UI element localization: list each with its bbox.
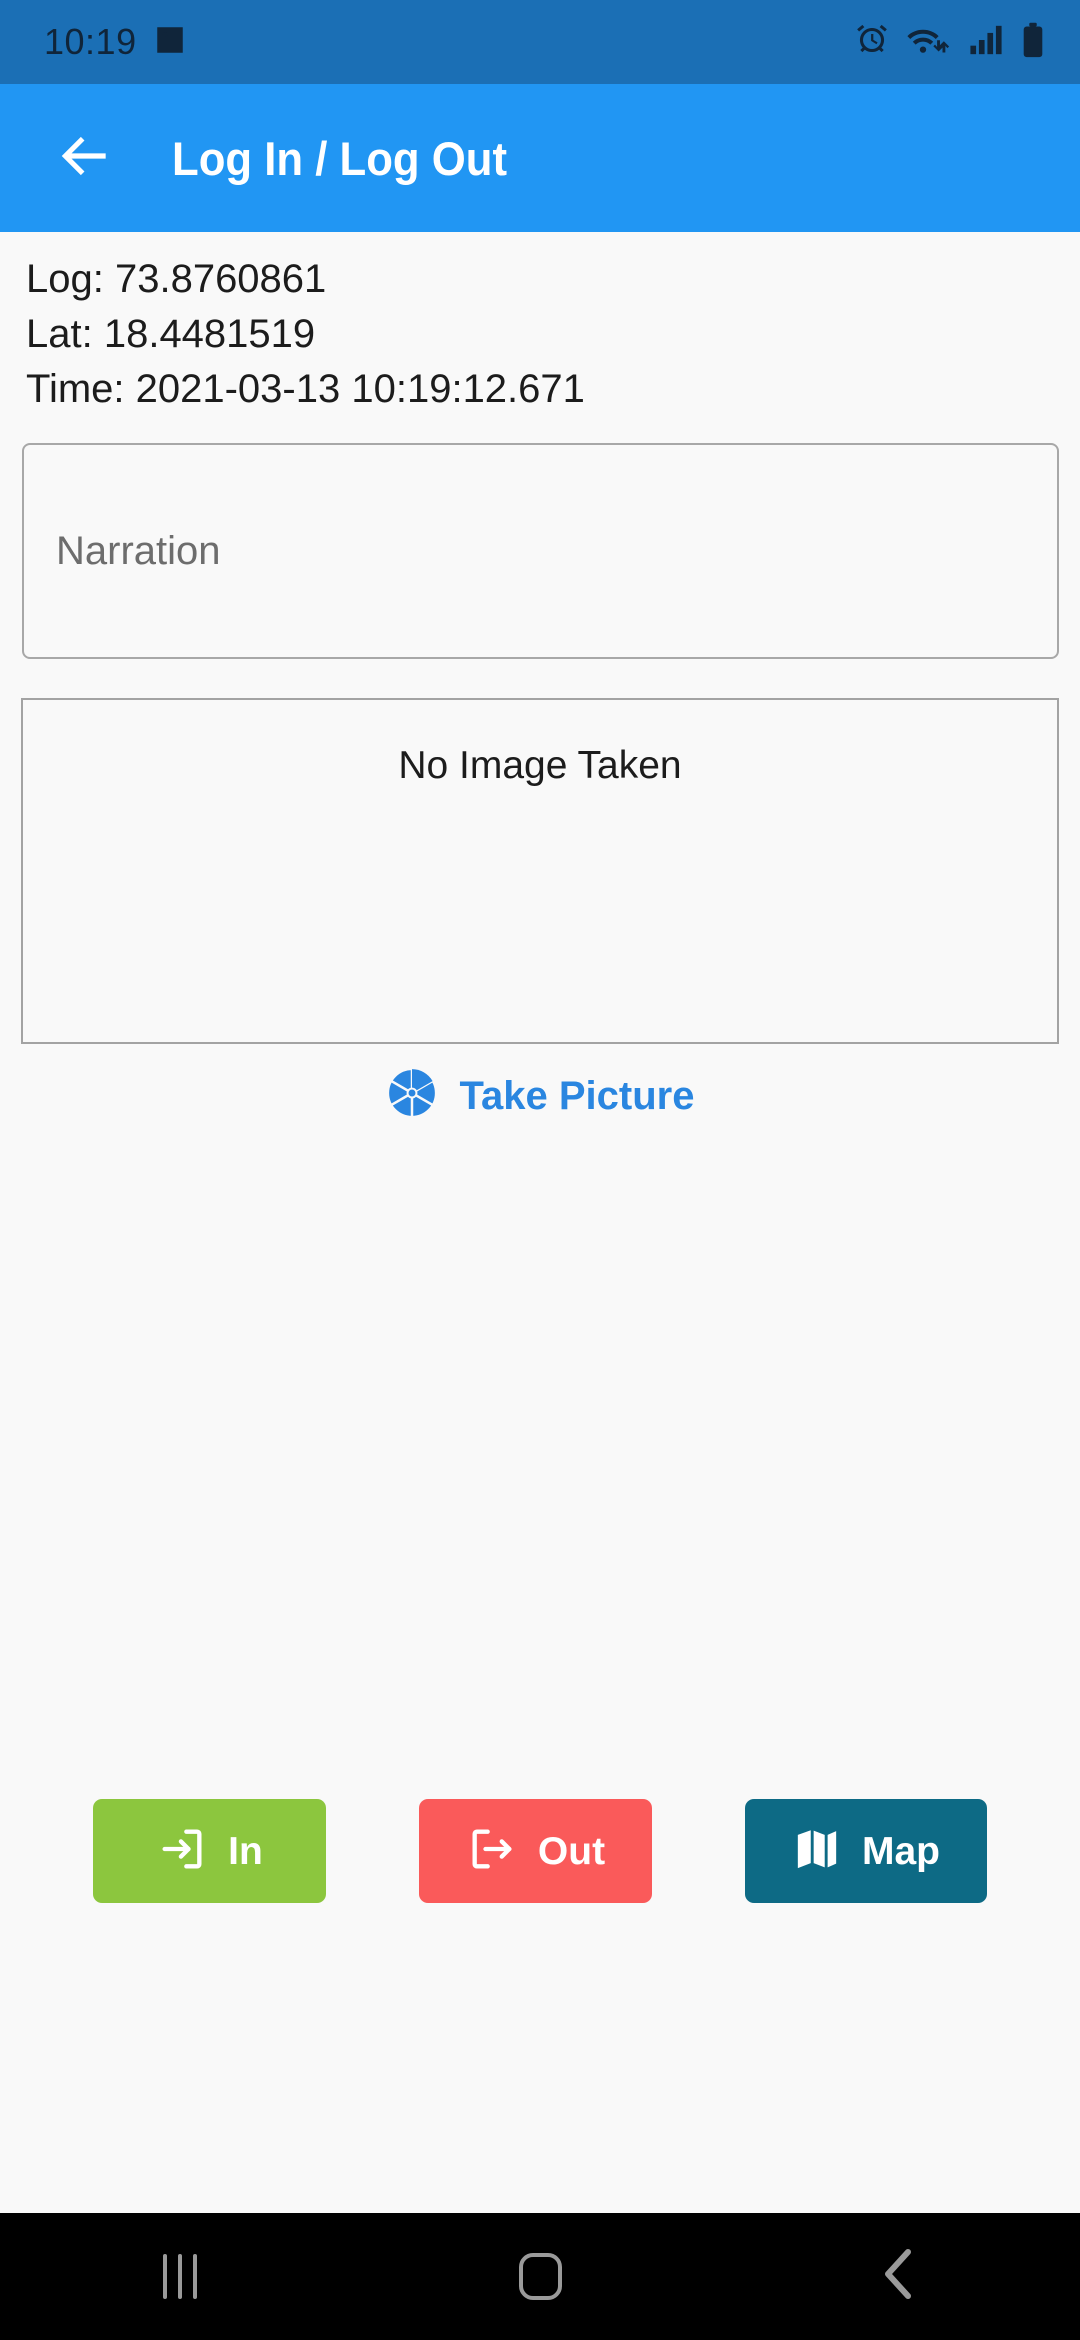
wifi-icon: [906, 22, 952, 63]
longitude-line: Log: 73.8760861: [26, 257, 327, 301]
home-icon: [518, 2253, 562, 2300]
map-icon: [792, 1824, 842, 1879]
page-title: Log In / Log Out: [172, 131, 508, 185]
out-button-label: Out: [537, 1829, 606, 1873]
image-preview-box[interactable]: No Image Taken: [21, 698, 1059, 1044]
latitude-line: Lat: 18.4481519: [26, 312, 316, 356]
app-bar: Log In / Log Out: [0, 84, 1080, 232]
recents-icon: [163, 2254, 197, 2299]
login-icon: [156, 1823, 208, 1880]
logout-icon: [466, 1823, 518, 1880]
action-buttons-row: In Out Map: [0, 1799, 1080, 1903]
main-content: Log: 73.8760861 Lat: 18.4481519 Time: 20…: [0, 232, 1080, 2213]
narration-input[interactable]: Narration: [22, 443, 1059, 659]
in-button[interactable]: In: [93, 1799, 326, 1903]
take-picture-button[interactable]: Take Picture: [0, 1067, 1080, 1124]
camera-aperture-icon: [386, 1067, 438, 1124]
nav-back-button[interactable]: [720, 2213, 1080, 2340]
status-bar-clock: 10:19: [44, 21, 137, 62]
take-picture-label: Take Picture: [459, 1073, 695, 1118]
status-bar-right: [854, 22, 1046, 63]
back-button[interactable]: [50, 123, 120, 193]
alarm-clock-icon: [854, 22, 890, 63]
map-button-label: Map: [862, 1829, 940, 1873]
map-button[interactable]: Map: [745, 1799, 987, 1903]
chevron-left-icon: [880, 2248, 920, 2305]
narration-placeholder: Narration: [56, 529, 221, 573]
status-bar-left: 10:19: [44, 23, 187, 62]
battery-icon: [1020, 22, 1046, 63]
nav-home-button[interactable]: [360, 2213, 720, 2340]
image-gallery-icon: [153, 23, 187, 62]
in-button-label: In: [228, 1829, 263, 1873]
arrow-left-icon: [54, 125, 116, 192]
status-bar: 10:19: [0, 0, 1080, 84]
nav-recents-button[interactable]: [0, 2213, 360, 2340]
system-navigation-bar: [0, 2213, 1080, 2340]
no-image-label: No Image Taken: [398, 744, 682, 787]
out-button[interactable]: Out: [419, 1799, 652, 1903]
location-info-block: Log: 73.8760861 Lat: 18.4481519 Time: 20…: [26, 252, 585, 417]
cellular-signal-icon: [968, 23, 1004, 62]
timestamp-line: Time: 2021-03-13 10:19:12.671: [26, 367, 585, 411]
